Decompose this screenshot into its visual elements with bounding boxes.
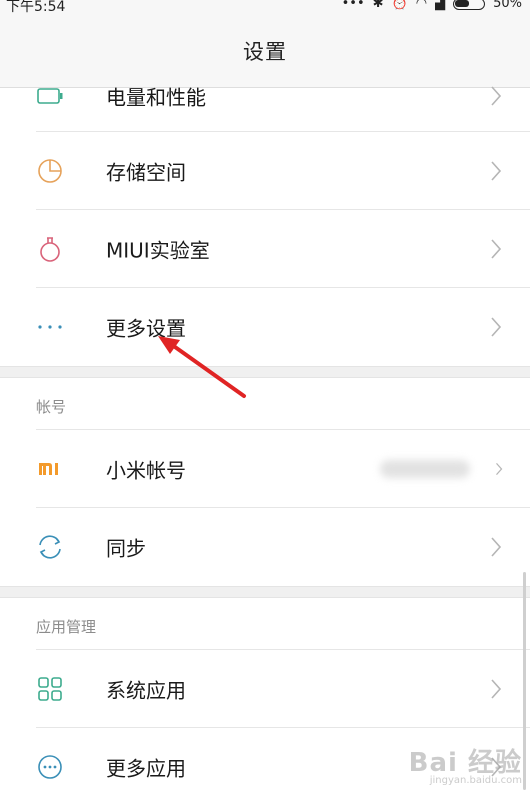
account-id-blurred [380, 460, 470, 478]
lab-flask-icon [36, 235, 64, 263]
more-apps-icon [36, 753, 64, 781]
chevron-right-icon [496, 462, 503, 476]
settings-item-label: 存储空间 [106, 160, 186, 185]
watermark: Bai 经验 jingyan.baidu.com [409, 742, 522, 786]
settings-item-label: 同步 [106, 536, 146, 561]
dots-icon: ••• [341, 0, 365, 11]
battery-icon [453, 0, 486, 10]
chevron-right-icon [491, 317, 502, 337]
settings-item-label: MIUI实验室 [106, 238, 210, 263]
section-divider [0, 366, 530, 378]
alarm-off-icon: ⏰ [391, 0, 408, 11]
section-divider [0, 586, 530, 598]
watermark-main: Bai 经验 [408, 748, 522, 778]
wifi-icon: ◠ [415, 0, 428, 11]
page-title: 设置 [243, 39, 287, 64]
settings-item-storage[interactable]: 存储空间 [0, 132, 530, 210]
bluetooth-icon: ✱ [372, 0, 384, 11]
settings-group-account: 帐号 小米帐号 同步 [0, 378, 530, 586]
settings-item-more-settings[interactable]: 更多设置 [0, 288, 530, 366]
section-title: 应用管理 [36, 618, 97, 636]
section-header-app-management: 应用管理 [0, 598, 530, 650]
battery-icon [36, 82, 64, 110]
signal-icon: ▟ [435, 0, 446, 11]
battery-percent: 50% [493, 0, 522, 11]
settings-item-label: 更多应用 [106, 756, 186, 781]
more-dots-icon [36, 313, 64, 341]
title-bar: 设置 [0, 14, 530, 88]
settings-item-mi-account[interactable]: 小米帐号 [0, 430, 530, 508]
storage-pie-icon [36, 157, 64, 185]
sync-icon [36, 533, 64, 561]
settings-item-label: 系统应用 [106, 678, 186, 703]
chevron-right-icon [491, 86, 502, 106]
settings-group-system: 电量和性能 存储空间 MIUI实验室 更多设置 [0, 86, 530, 366]
grid-apps-icon [36, 675, 64, 703]
status-bar: 下午5:54 ••• ✱ ⏰ ◠ ▟ 50% [0, 0, 530, 15]
settings-item-system-apps[interactable]: 系统应用 [0, 650, 530, 728]
settings-item-sync[interactable]: 同步 [0, 508, 530, 586]
settings-item-label: 电量和性能 [106, 85, 206, 110]
settings-item-label: 小米帐号 [106, 458, 186, 483]
settings-list: 电量和性能 存储空间 MIUI实验室 更多设置 帐号 小米帐号 同步 应用管理 … [0, 86, 530, 806]
chevron-right-icon [491, 679, 502, 699]
section-title: 帐号 [36, 398, 67, 416]
chevron-right-icon [491, 537, 502, 557]
scrollbar[interactable] [523, 572, 526, 790]
settings-item-miui-lab[interactable]: MIUI实验室 [0, 210, 530, 288]
chevron-right-icon [491, 161, 502, 181]
status-icons: ••• ✱ ⏰ ◠ ▟ 50% [342, 0, 522, 11]
chevron-right-icon [491, 239, 502, 259]
settings-item-battery-performance[interactable]: 电量和性能 [0, 86, 530, 132]
section-header-account: 帐号 [0, 378, 530, 430]
settings-item-label: 更多设置 [106, 316, 186, 341]
mi-logo-icon [36, 455, 64, 483]
